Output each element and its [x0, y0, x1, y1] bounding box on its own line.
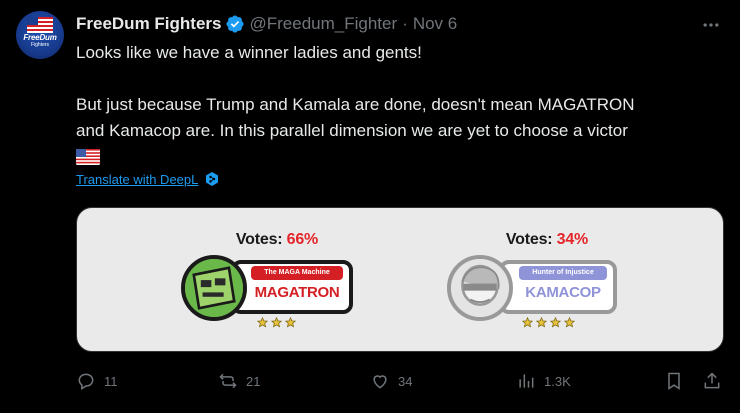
star-rating [521, 315, 576, 333]
repost-button[interactable]: 21 [218, 369, 260, 393]
votes-label: Votes: [235, 231, 283, 248]
analytics-icon [519, 374, 534, 388]
avatar[interactable]: FreeDum Fighters [16, 11, 64, 59]
author-name[interactable]: FreeDum Fighters [76, 14, 221, 34]
heart-icon [373, 375, 387, 389]
votes-heading: Votes: 66% [177, 231, 377, 249]
star-icon [256, 315, 269, 333]
star-icon [521, 315, 534, 333]
reply-button[interactable]: 11 [76, 369, 118, 393]
avatar-brand-text: FreeDum [23, 32, 57, 42]
us-flag-icon [27, 16, 53, 33]
share-button[interactable] [702, 369, 722, 393]
tweet-header: FreeDum Fighters @Freedum_Fighter · Nov … [76, 13, 457, 35]
name-plate: Hunter of Injustice KAMACOP [499, 260, 617, 314]
reply-count: 11 [104, 373, 118, 389]
tweet-actions: 11 21 34 1.3K [76, 369, 724, 393]
verified-badge-icon[interactable] [225, 14, 245, 34]
robot-portrait-icon [185, 259, 243, 317]
kamacop-portrait [447, 255, 513, 321]
bookmark-button[interactable] [664, 369, 684, 393]
magatron-portrait [181, 255, 247, 321]
reply-icon [78, 373, 94, 390]
more-options-icon[interactable] [701, 15, 721, 35]
like-button[interactable]: 34 [370, 369, 412, 393]
star-icon [270, 315, 283, 333]
votes-label: Votes: [505, 231, 553, 248]
star-icon [284, 315, 297, 333]
star-rating [256, 315, 297, 333]
star-icon [549, 315, 562, 333]
candidate-card-magatron: Votes: 66% The MAGA Machine MAGATRON [177, 208, 377, 351]
candidate-name: MAGATRON [254, 284, 340, 301]
tweet-line: But just because Trump and Kamala are do… [76, 95, 635, 114]
views-button[interactable]: 1.3K [516, 369, 571, 393]
star-icon [535, 315, 548, 333]
votes-heading: Votes: 34% [447, 231, 647, 249]
header-separator: · [402, 14, 408, 33]
tweet-date[interactable]: Nov 6 [413, 14, 457, 34]
tweet-line: Looks like we have a winner ladies and g… [76, 43, 422, 62]
candidate-subtitle: Hunter of Injustice [519, 266, 607, 280]
votes-percentage: 66% [286, 231, 319, 248]
flag-us-icon [76, 149, 100, 165]
translate-label[interactable]: Translate with DeepL [76, 172, 198, 187]
votes-percentage: 34% [556, 231, 589, 248]
media-image[interactable]: Votes: 66% The MAGA Machine MAGATRON Vot… [76, 207, 724, 352]
like-count: 34 [398, 373, 413, 389]
views-count: 1.3K [544, 373, 571, 389]
author-handle[interactable]: @Freedum_Fighter [249, 14, 397, 34]
avatar-brand-subtext: Fighters [30, 41, 50, 48]
tweet-line: and Kamacop are. In this parallel dimens… [76, 121, 628, 140]
repost-count: 21 [246, 373, 261, 389]
repost-icon [219, 373, 237, 389]
name-plate: The MAGA Machine MAGATRON [231, 260, 353, 314]
candidate-card-kamacop: Votes: 34% Hunter of Injustice KAMACOP [447, 208, 647, 351]
share-icon [704, 372, 720, 389]
candidate-subtitle: The MAGA Machine [251, 266, 343, 280]
candidate-name: KAMACOP [525, 284, 601, 301]
deepl-icon [206, 172, 219, 186]
translate-link[interactable]: Translate with DeepL [76, 171, 220, 187]
bookmark-icon [668, 372, 680, 390]
tweet-text: Looks like we have a winner ladies and g… [76, 40, 716, 171]
robocop-portrait-icon [451, 259, 509, 317]
star-icon [563, 315, 576, 333]
